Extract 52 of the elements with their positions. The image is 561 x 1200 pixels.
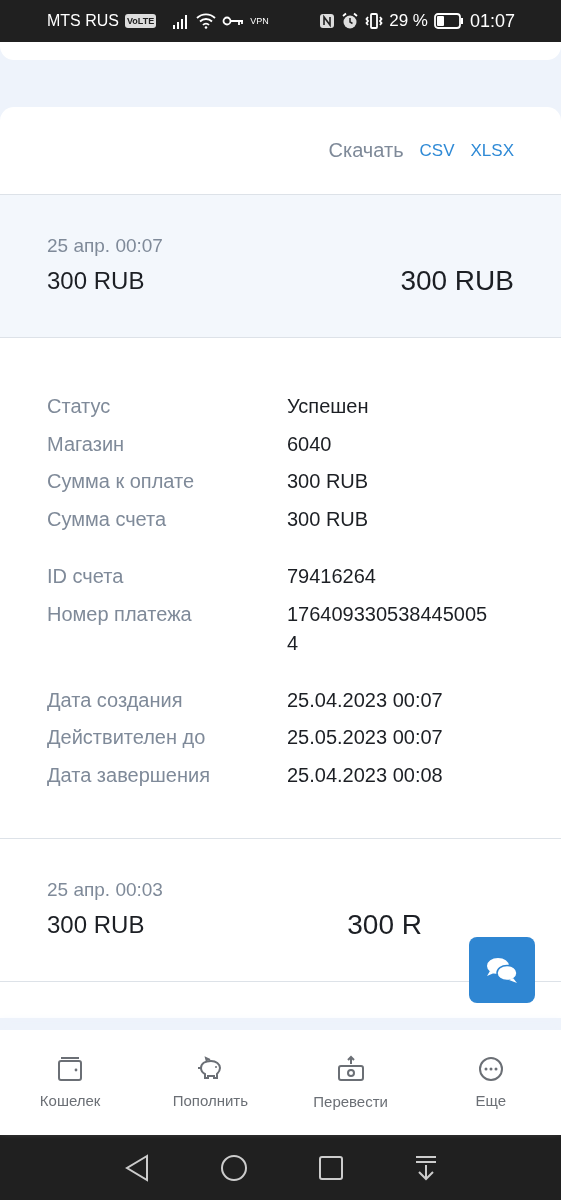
- nav-tab[interactable]: Кошелек: [0, 1055, 141, 1110]
- detail-label: Сумма к оплате: [47, 469, 196, 494]
- detail-value: 176409330538445005 4: [287, 601, 489, 656]
- money-transfer-icon: [336, 1055, 365, 1083]
- recent-apps-icon[interactable]: [317, 1154, 344, 1181]
- vpn-label: VPN: [250, 16, 269, 26]
- detail-label: Дата завершения: [47, 762, 211, 788]
- clock-time: 01:07: [469, 10, 515, 32]
- carrier-name: MTS RUS: [47, 12, 119, 30]
- alarm-icon: [341, 12, 360, 30]
- download-label: Скачать: [328, 139, 404, 162]
- detail-label: ID счета: [47, 564, 125, 589]
- detail-label: Действителен до: [47, 725, 207, 750]
- detail-label: Сумма счета: [47, 506, 168, 532]
- detail-label: Статус: [47, 394, 112, 419]
- nav-tab[interactable]: Еще: [420, 1055, 561, 1110]
- detail-value: 79416264: [287, 564, 377, 589]
- detail-value: 25.04.2023 00:08: [287, 762, 444, 788]
- transaction-total: 300 RUB: [400, 265, 514, 297]
- download-link[interactable]: XLSX: [470, 140, 514, 161]
- battery-percent: 29 %: [389, 11, 428, 31]
- detail-label: Номер платежа: [47, 601, 193, 627]
- nfc-icon: [319, 13, 336, 29]
- transaction-date: 25 апр. 00:07: [47, 235, 164, 257]
- detail-value: 300 RUB: [287, 506, 370, 532]
- detail-value: 25.04.2023 00:07: [287, 687, 444, 713]
- home-icon[interactable]: [219, 1153, 248, 1182]
- transaction-total: 300 R: [347, 909, 422, 941]
- battery-icon: [433, 13, 464, 29]
- notification-pull-icon[interactable]: [413, 1154, 438, 1181]
- transaction-date: 25 апр. 00:03: [47, 879, 164, 901]
- download-link[interactable]: CSV: [419, 140, 455, 161]
- detail-value: 25.05.2023 00:07: [287, 725, 444, 750]
- nav-tab[interactable]: Перевести: [280, 1054, 421, 1111]
- more-icon: [477, 1056, 504, 1082]
- vibrate-icon: [365, 12, 384, 30]
- transaction-amount: 300 RUB: [47, 267, 145, 295]
- nav-tab[interactable]: Пополнить: [140, 1055, 281, 1110]
- volte-badge: VoLTE: [125, 14, 157, 28]
- back-icon[interactable]: [123, 1153, 150, 1182]
- detail-label: Дата создания: [47, 687, 184, 713]
- key-icon: [222, 15, 245, 27]
- wifi-icon: [196, 13, 217, 29]
- wallet-icon: [57, 1056, 84, 1082]
- detail-value: 6040: [287, 431, 333, 457]
- transaction-amount: 300 RUB: [47, 911, 145, 939]
- detail-label: Магазин: [47, 431, 126, 457]
- detail-value: Успешен: [287, 394, 370, 419]
- transaction-header[interactable]: 25 апр. 00:07 300 RUB 300 RUB: [0, 195, 561, 338]
- chat-bubbles-icon: [485, 956, 519, 984]
- detail-value: 300 RUB: [287, 469, 370, 494]
- chat-button[interactable]: [469, 937, 535, 1003]
